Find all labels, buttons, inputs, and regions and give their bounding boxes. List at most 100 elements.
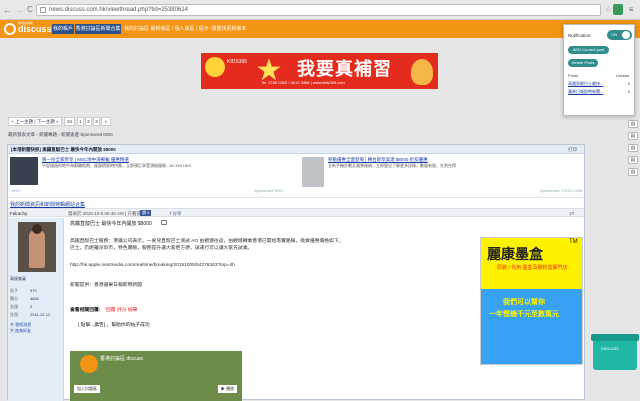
sponsor-image[interactable] — [10, 157, 38, 185]
breadcrumb[interactable]: 最新發表文章 › 新聞專題 › 新聞速遞 Sponsored MSC — [8, 132, 113, 138]
notification-toggle[interactable]: ON — [607, 30, 632, 40]
post-body-text: 巴士，仍距離深圳市，特色實驗，服務提升讓大家更方便，試運行可以讓大家先試乘。 — [70, 246, 253, 251]
stat-value: 0 — [30, 304, 33, 309]
sponsor-site: Sponsored YOOX.COM — [540, 188, 583, 193]
page-button[interactable]: 3 — [93, 117, 100, 126]
page-button[interactable]: 2 — [85, 117, 92, 126]
post-title: [本港新聞快訊] 高鐵直駁巴士 最快今年內開放 $8000 — [11, 147, 116, 152]
stat-value: 4660 — [30, 296, 39, 301]
share-button[interactable]: f 分享 — [170, 210, 182, 217]
ink-ad-title: 麗康墨盒 — [487, 246, 543, 262]
page-button[interactable]: 34 — [64, 117, 75, 126]
join-button[interactable]: 加入討論區 — [74, 385, 100, 393]
side-toolbar-icon[interactable]: ▤ — [628, 120, 638, 128]
banner-logo-icon — [205, 57, 225, 77]
stat-label: 金錢 — [10, 304, 18, 309]
reply-label: 查看相關回覆: — [70, 308, 101, 313]
sponsor-label: MSC — [12, 188, 21, 193]
banner-headline: 我要真補習 — [297, 59, 392, 79]
logo-icon — [4, 23, 16, 35]
post-source-url[interactable]: http://hk.apple.nextmedia.com/realtime/b… — [70, 263, 235, 268]
url-text[interactable]: news.discuss.com.hk/viewthread.php?tid=2… — [49, 7, 188, 13]
avatar[interactable] — [18, 222, 56, 272]
avatar-head — [32, 224, 42, 234]
menu-icon[interactable]: ≡ — [625, 4, 637, 15]
mascot-icon — [80, 355, 98, 373]
site-header: 香港討論區 discuss 我的帳戶 香港討論區新聞合集 我的討論區 最新版區 … — [0, 20, 640, 38]
cart-rim — [591, 334, 639, 341]
post-title-bar: [本港新聞快訊] 高鐵直駁巴士 最快今年內開放 $8000 打印 — [8, 145, 584, 154]
add-friend-link[interactable]: ▣ 加為好友 — [10, 328, 31, 334]
toggle-state: ON — [611, 32, 617, 37]
post-credit: 新聞提供：香港蘋果日報即時新聞 — [70, 283, 142, 288]
author-name[interactable]: Falrachy — [10, 210, 27, 217]
address-bar[interactable]: news.discuss.com.hk/viewthread.php?tid=2… — [36, 4, 601, 16]
side-toolbar-icon[interactable]: ▤ — [628, 144, 638, 152]
ink-ad-subtitle: 原裝 / 代用 墨盒及碳粉盒專門店 — [497, 265, 568, 271]
browser-toolbar: ← → C news.discuss.com.hk/viewthread.php… — [0, 0, 640, 20]
stat-label: 註冊 — [10, 312, 18, 317]
side-toolbar-icon[interactable]: ▤ — [628, 168, 638, 176]
page-button[interactable]: 1 — [77, 117, 84, 126]
nav-my-account[interactable]: 我的帳戶 — [52, 24, 74, 34]
reply-links[interactable]: 回覆 評分 檢舉 — [106, 306, 137, 313]
play-button[interactable]: ▶ 播放 — [218, 385, 238, 393]
logo-text: discuss — [18, 24, 52, 34]
unread-count: 0 — [628, 89, 631, 94]
post-header: Falrachy 發表於 2015-10-5 09:46 AM | 只看該作者 … — [8, 208, 584, 217]
extension-icon[interactable] — [613, 4, 623, 15]
posts-column-header: Posts — [568, 73, 579, 78]
site-logo[interactable]: 香港討論區 discuss — [4, 21, 52, 36]
ink-ad-line: 我們可以幫你 — [503, 299, 545, 306]
embedded-title: 香港討論區 discuss — [100, 356, 144, 362]
side-toolbar-icon[interactable]: ▤ — [628, 156, 638, 164]
add-current-post-button[interactable]: ADD Current post — [568, 46, 609, 54]
sponsored-row: MSC 買一份全家齊享 | MSC地中海郵輪 優惠精選 不容錯過的地中海郵輪假期… — [8, 154, 584, 198]
cart-label: DISCUSS — [601, 346, 619, 351]
tracked-post-link[interactable]: 高鐵直駁巴士最快... — [568, 81, 603, 87]
stat-value: 570 — [30, 288, 37, 293]
trademark: TM — [569, 239, 578, 245]
unread-column-header: Unread — [616, 73, 630, 78]
prev-next-thread-button[interactable]: « 上一主題 | 下一主題 » — [8, 117, 62, 126]
side-toolbar-icon[interactable]: ▤ — [628, 132, 638, 140]
delete-posts-button[interactable]: Delete Posts — [568, 59, 598, 67]
post-floor-number: 1# — [569, 211, 575, 216]
thread-link[interactable]: 我的新聞資訊和新聞特輯網站合集 — [10, 201, 85, 208]
author-group: 高級會員 — [10, 276, 26, 281]
banner-phone: Tel: 2780 0303 / 9012 3456 | www.kids365… — [261, 80, 345, 85]
tracked-post-link[interactable]: 蘋果日報即時新聞... — [568, 89, 603, 95]
unread-count: 0 — [628, 81, 631, 86]
print-link[interactable]: 打印 — [568, 146, 577, 153]
post-meta: 發表於 2015-10-5 09:46 AM | 只看該作者 — [68, 211, 150, 216]
banner-ad[interactable]: KIDS365 ★ 我要真補習 Tel: 2780 0303 / 9012 34… — [201, 53, 438, 89]
page-icon — [40, 7, 46, 13]
author-panel: 高級會員 帖子 570 積分 4660 金錢 0 註冊 2011-12-12 ▣… — [8, 218, 64, 401]
forward-icon[interactable]: → — [14, 5, 24, 15]
print-icon[interactable] — [161, 220, 167, 225]
quote-text: [ 點擊...廣告] ，幫助你的帖子成功 — [78, 323, 150, 328]
back-icon[interactable]: ← — [2, 5, 12, 15]
banner-brand: KIDS365 — [227, 59, 248, 65]
embedded-image[interactable]: 香港討論區 discuss 加入討論區 ▶ 播放 — [70, 351, 242, 401]
like-button[interactable]: 讚 0 — [140, 210, 152, 216]
avatar-body — [29, 230, 45, 268]
nav-news-collection[interactable]: 香港討論區新聞合集 — [75, 24, 121, 34]
bookmark-star-icon[interactable]: ☆ — [604, 4, 613, 15]
ink-ad-top: TM 麗康墨盒 原裝 / 代用 墨盒及碳粉盒專門店 — [481, 238, 582, 289]
reload-icon[interactable]: C — [25, 5, 35, 15]
ink-ad-line: 一年慳幾千元至數萬元 — [489, 311, 559, 318]
sponsor-image[interactable] — [302, 157, 324, 187]
header-links[interactable]: 我的討論區 最新版區 / 個人版區 | 提示: 請盡快更新版本 — [124, 24, 246, 34]
next-page-button[interactable]: » — [101, 117, 111, 126]
toggle-knob — [622, 31, 630, 39]
ink-ad[interactable]: TM 麗康墨盒 原裝 / 代用 墨盒及碳粉盒專門店 我們可以幫你 一年慳幾千元至… — [480, 237, 583, 365]
post-heading: 高鐵直駁巴士 最快今年內開放 $8000 — [70, 221, 152, 227]
post-body-text: 高鐵直駁巴士服務：港鐵公司表示，一會兒直駁巴士測試 AO 由觀塘往返，由觀塘轉乘… — [70, 239, 344, 244]
notification-label: Notification: — [568, 33, 592, 38]
bear-mascot-icon — [411, 59, 433, 85]
cart-icon[interactable]: DISCUSS — [591, 334, 639, 370]
stat-value: 2011-12-12 — [30, 312, 51, 317]
sponsor-site: Sponsored MSC — [254, 188, 284, 193]
stat-label: 帖子 — [10, 288, 18, 293]
